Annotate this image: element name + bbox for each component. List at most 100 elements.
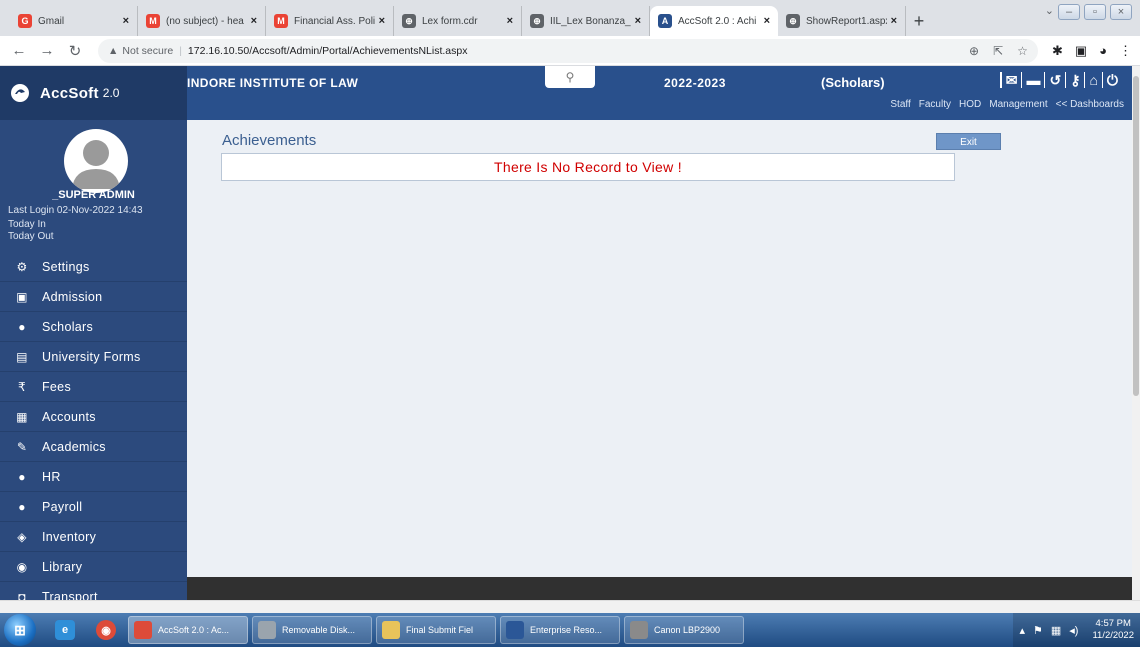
maximize-button[interactable]: ▫	[1084, 4, 1106, 20]
minimize-button[interactable]: –	[1058, 4, 1080, 20]
sidebar-item-label: Settings	[42, 259, 90, 274]
volume-icon[interactable]: ◂)	[1069, 624, 1078, 637]
exit-button[interactable]: Exit	[936, 133, 1001, 150]
avatar[interactable]	[64, 129, 128, 193]
tab-title: Lex form.cdr	[422, 15, 478, 27]
network-icon[interactable]: ▦	[1051, 624, 1061, 637]
sidebar-item-university-forms[interactable]: ▤ University Forms	[0, 342, 187, 372]
side-panel-icon[interactable]: ▣	[1075, 43, 1087, 59]
browser-tab[interactable]: M Financial Ass. Polic ×	[266, 6, 394, 36]
url-text[interactable]: 172.16.10.50/Accsoft/Admin/Portal/Achiev…	[188, 45, 468, 57]
reload-icon[interactable]: ↻	[64, 42, 86, 60]
taskbar-task[interactable]: AccSoft 2.0 : Ac...	[128, 616, 248, 644]
tab-close-icon[interactable]: ×	[123, 15, 129, 27]
sidebar-item-admission[interactable]: ▣ Admission	[0, 282, 187, 312]
tab-title: (no subject) - hea	[166, 15, 244, 27]
link-faculty[interactable]: Faculty	[919, 99, 951, 110]
link-management[interactable]: Management	[989, 99, 1047, 110]
sidebar-item-payroll[interactable]: ● Payroll	[0, 492, 187, 522]
start-button[interactable]: ⊞	[4, 614, 36, 646]
clock[interactable]: 4:57 PM 11/2/2022	[1092, 618, 1134, 642]
taskbar-task[interactable]: Final Submit Fiel	[376, 616, 496, 644]
gmail-icon: G	[18, 14, 32, 28]
browser-tab[interactable]: M (no subject) - hea ×	[138, 6, 266, 36]
forward-icon[interactable]: →	[36, 42, 58, 59]
sidebar-item-inventory[interactable]: ◈ Inventory	[0, 522, 187, 552]
browser-menu-icon[interactable]: ⋮	[1119, 43, 1132, 59]
task-label: Canon LBP2900	[654, 625, 721, 635]
home-icon[interactable]: ⌂	[1084, 72, 1101, 88]
refresh-icon[interactable]: ↺	[1044, 72, 1065, 88]
taskbar-task[interactable]: Enterprise Reso...	[500, 616, 620, 644]
flag-icon[interactable]: ⚑	[1033, 624, 1043, 637]
horizontal-scrollbar[interactable]	[0, 600, 1140, 613]
ie-icon: e	[55, 620, 75, 640]
tab-close-icon[interactable]: ×	[891, 15, 897, 27]
link-dashboards[interactable]: << Dashboards	[1056, 99, 1124, 110]
browser-tab[interactable]: A AccSoft 2.0 : Achi ×	[650, 6, 778, 36]
browser-tab[interactable]: ⊕ Lex form.cdr ×	[394, 6, 522, 36]
sidebar-item-label: Library	[42, 559, 83, 574]
new-tab-button[interactable]: +	[906, 6, 932, 36]
link-hod[interactable]: HOD	[959, 99, 981, 110]
task-label: Enterprise Reso...	[530, 625, 603, 635]
windows-logo-icon: ⊞	[14, 621, 26, 638]
usb-drive-icon	[258, 621, 276, 639]
mail-icon[interactable]: ✉	[999, 72, 1022, 88]
sidebar-item-label: Accounts	[42, 409, 96, 424]
session-year[interactable]: 2022-2023	[664, 76, 726, 90]
security-label[interactable]: Not secure	[122, 45, 173, 57]
portal-mode[interactable]: (Scholars)	[821, 75, 885, 90]
taskbar-task[interactable]: Canon LBP2900	[624, 616, 744, 644]
tab-search-icon[interactable]: ⌄	[1045, 4, 1054, 20]
brand-logo[interactable]: AccSoft 2.0	[0, 66, 187, 120]
printer-icon	[630, 621, 648, 639]
tab-close-icon[interactable]: ×	[379, 15, 385, 27]
close-window-button[interactable]: ×	[1110, 4, 1132, 20]
today-in: Today In	[8, 219, 46, 230]
link-staff[interactable]: Staff	[890, 99, 910, 110]
sidebar-item-hr[interactable]: ● HR	[0, 462, 187, 492]
tab-close-icon[interactable]: ×	[251, 15, 257, 27]
sidebar-item-settings[interactable]: ⚙ Settings	[0, 252, 187, 282]
pinned-chrome[interactable]: ◉	[87, 616, 125, 644]
extensions-puzzle-icon[interactable]: ✱	[1052, 43, 1063, 59]
tab-close-icon[interactable]: ×	[507, 15, 513, 27]
browser-tab[interactable]: ⊕ ShowReport1.aspx ×	[778, 6, 906, 36]
admission-icon: ▣	[16, 289, 28, 304]
tab-close-icon[interactable]: ×	[635, 15, 641, 27]
zoom-icon[interactable]: ⊕	[969, 44, 979, 58]
browser-tab[interactable]: G Gmail ×	[10, 6, 138, 36]
brand-name: AccSoft	[40, 84, 99, 102]
today-out: Today Out	[8, 231, 54, 242]
sidebar-item-accounts[interactable]: ▦ Accounts	[0, 402, 187, 432]
sidebar-item-scholars[interactable]: ● Scholars	[0, 312, 187, 342]
taskbar-task[interactable]: Removable Disk...	[252, 616, 372, 644]
profile-avatar-icon[interactable]: ◕	[1099, 43, 1107, 59]
window-controls: ⌄ – ▫ ×	[1045, 4, 1132, 20]
tray-arrow-icon[interactable]: ▴	[1019, 624, 1025, 637]
address-bar[interactable]: ▲ Not secure | 172.16.10.50/Accsoft/Admi…	[98, 38, 1038, 63]
gmail-icon: M	[146, 14, 160, 28]
sidebar-item-transport[interactable]: ◘ Transport	[0, 582, 187, 601]
key-icon[interactable]: ⚷	[1065, 72, 1084, 88]
sidebar-item-label: Scholars	[42, 319, 94, 334]
sidebar: _SUPER ADMIN Last Login 02-Nov-2022 14:4…	[0, 120, 187, 600]
back-icon[interactable]: ←	[8, 42, 30, 59]
chat-icon[interactable]: ▬	[1021, 72, 1044, 88]
pinned-ie[interactable]: e	[46, 616, 84, 644]
sidebar-item-fees[interactable]: ₹ Fees	[0, 372, 187, 402]
bookmark-star-icon[interactable]: ☆	[1017, 44, 1028, 58]
share-icon[interactable]: ⇱	[993, 44, 1003, 58]
search-button[interactable]: ⚲	[545, 66, 595, 88]
browser-tab[interactable]: ⊕ IIL_Lex Bonanza_F ×	[522, 6, 650, 36]
warning-icon[interactable]: ▲	[108, 45, 118, 57]
institute-name: INDORE INSTITUTE OF LAW	[187, 76, 359, 90]
sidebar-item-library[interactable]: ◉ Library	[0, 552, 187, 582]
power-icon[interactable]: ⏻	[1101, 72, 1122, 88]
tab-close-icon[interactable]: ×	[764, 15, 770, 27]
sidebar-item-label: Payroll	[42, 499, 83, 514]
sidebar-item-academics[interactable]: ✎ Academics	[0, 432, 187, 462]
scrollbar-thumb[interactable]	[1133, 76, 1139, 396]
vertical-scrollbar[interactable]	[1132, 66, 1140, 600]
